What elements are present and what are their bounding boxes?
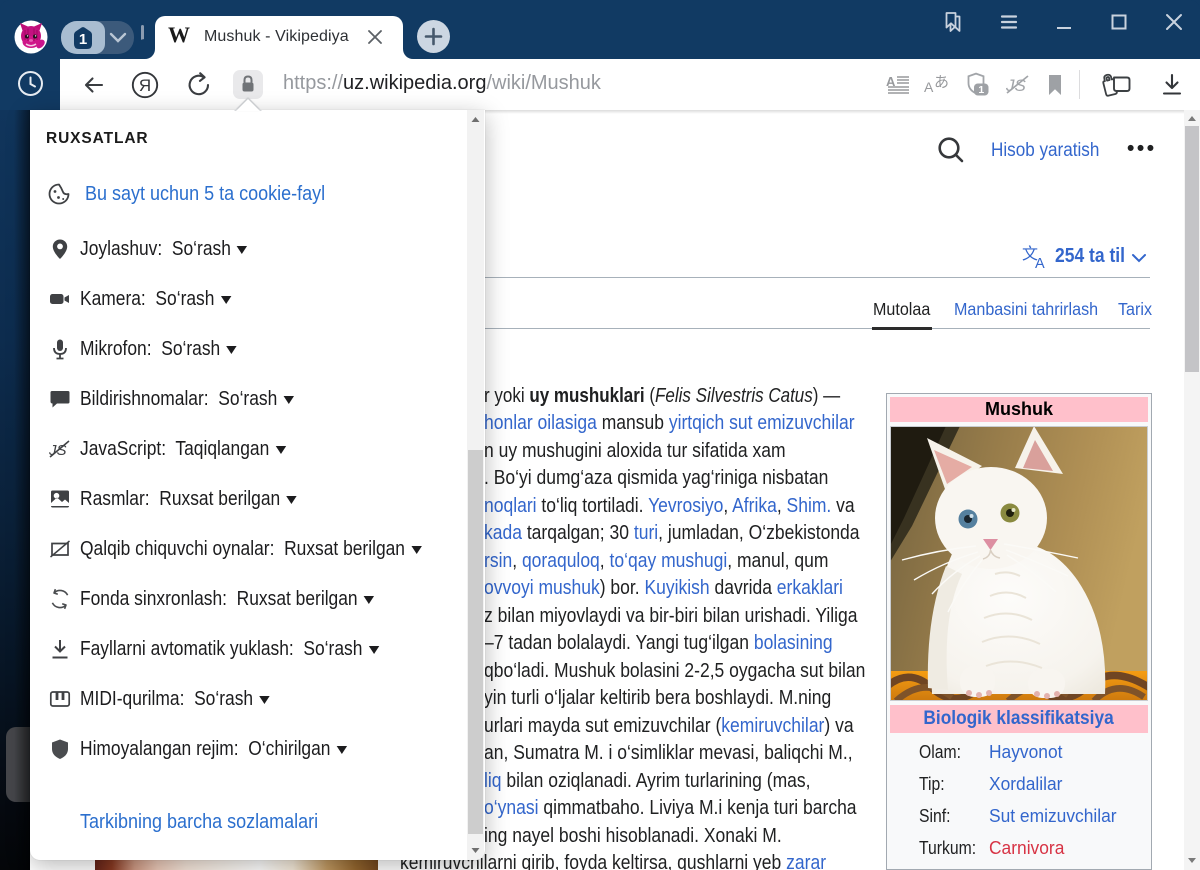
svg-text:A: A	[1035, 256, 1045, 270]
svg-text:1: 1	[978, 84, 984, 96]
svg-text:あ: あ	[934, 74, 949, 91]
svg-text:Я: Я	[139, 76, 151, 95]
svg-text:1: 1	[79, 31, 87, 48]
svg-text:A: A	[924, 79, 934, 95]
